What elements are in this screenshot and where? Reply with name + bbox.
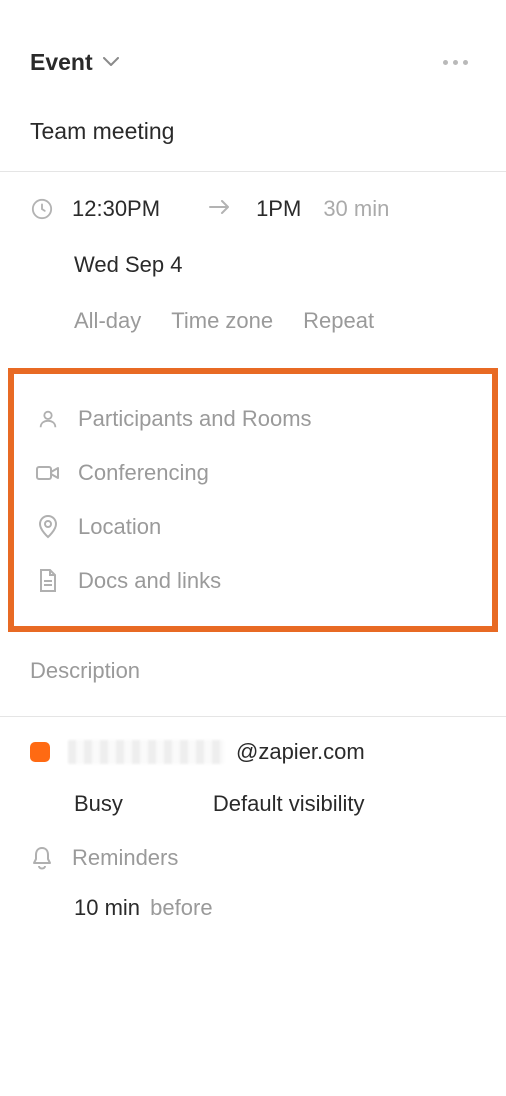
document-icon xyxy=(36,569,60,593)
bell-icon xyxy=(30,846,54,870)
docs-field[interactable]: Docs and links xyxy=(30,554,476,608)
location-label: Location xyxy=(78,514,161,540)
visibility-selector[interactable]: Default visibility xyxy=(213,791,365,817)
participants-field[interactable]: Participants and Rooms xyxy=(30,392,476,446)
location-field[interactable]: Location xyxy=(30,500,476,554)
busy-status-selector[interactable]: Busy xyxy=(74,791,123,817)
participants-label: Participants and Rooms xyxy=(78,406,312,432)
all-day-toggle[interactable]: All-day xyxy=(74,308,141,334)
redacted-email-prefix xyxy=(68,740,224,764)
arrow-right-icon xyxy=(208,200,232,219)
description-field[interactable]: Description xyxy=(30,658,476,684)
conferencing-field[interactable]: Conferencing xyxy=(30,446,476,500)
email-suffix: @zapier.com xyxy=(236,739,365,765)
event-type-selector[interactable]: Event xyxy=(30,49,119,76)
reminder-time: 10 min xyxy=(74,895,140,920)
docs-label: Docs and links xyxy=(78,568,221,594)
reminders-label: Reminders xyxy=(72,845,178,871)
location-pin-icon xyxy=(36,515,60,539)
timezone-button[interactable]: Time zone xyxy=(171,308,273,334)
person-icon xyxy=(36,408,60,430)
start-time[interactable]: 12:30PM xyxy=(72,196,160,222)
clock-icon xyxy=(30,198,54,220)
reminder-before-label: before xyxy=(150,895,212,920)
conferencing-label: Conferencing xyxy=(78,460,209,486)
highlighted-fields-group: Participants and Rooms Conferencing Loca… xyxy=(8,368,498,632)
reminder-value[interactable]: 10 min before xyxy=(30,895,476,921)
calendar-owner-row[interactable]: @zapier.com xyxy=(30,739,476,765)
chevron-down-icon xyxy=(103,57,119,67)
duration-label: 30 min xyxy=(323,196,389,222)
reminders-field[interactable]: Reminders xyxy=(30,845,476,871)
repeat-button[interactable]: Repeat xyxy=(303,308,374,334)
event-type-label: Event xyxy=(30,49,93,76)
event-date[interactable]: Wed Sep 4 xyxy=(30,252,476,278)
end-time[interactable]: 1PM xyxy=(256,196,301,222)
calendar-color-swatch xyxy=(30,742,50,762)
event-title-input[interactable]: Team meeting xyxy=(30,118,476,145)
video-icon xyxy=(36,464,60,482)
more-options-button[interactable] xyxy=(435,52,476,73)
